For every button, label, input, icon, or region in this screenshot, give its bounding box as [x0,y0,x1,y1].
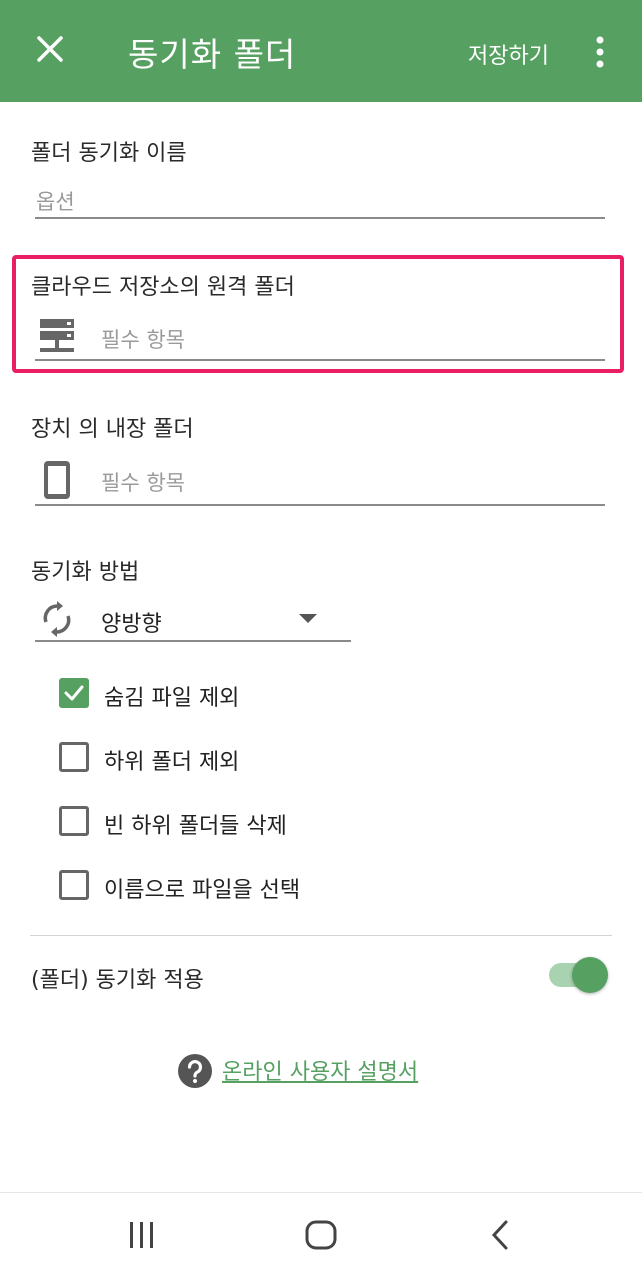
sync-method-select[interactable]: 양방향 [101,606,162,638]
close-icon[interactable] [34,33,66,65]
checkbox-select-by-name[interactable] [59,870,89,900]
more-vert-icon[interactable] [592,36,608,68]
checkbox-delete-empty-subfolders[interactable] [59,806,89,836]
checkbox-exclude-hidden[interactable] [59,678,89,708]
local-folder-input[interactable]: 필수 항목 [101,467,185,497]
app-bar: 동기화 폴더 저장하기 [0,0,642,102]
recent-apps-icon[interactable] [128,1218,156,1252]
remote-folder-input[interactable]: 필수 항목 [101,324,185,354]
remote-folder-underline [35,359,605,361]
checkbox-label[interactable]: 이름으로 파일을 선택 [104,872,300,904]
name-field-input[interactable]: 옵션 [36,186,75,216]
checkbox-label[interactable]: 하위 폴더 제외 [104,744,239,776]
sync-icon [43,601,71,637]
chevron-down-icon[interactable] [299,614,317,623]
local-folder-underline [35,504,605,506]
check-icon [64,685,84,701]
back-icon[interactable] [488,1218,512,1252]
home-icon[interactable] [304,1218,338,1252]
remote-folder-label: 클라우드 저장소의 원격 폴더 [31,275,295,300]
sync-method-label: 동기화 방법 [31,560,140,585]
name-field-label: 폴더 동기화 이름 [31,141,187,166]
sync-method-underline [35,640,351,642]
phone-icon [44,461,70,499]
page-title: 동기화 폴더 [128,35,297,74]
save-button[interactable]: 저장하기 [468,38,549,70]
server-icon [40,319,74,352]
checkbox-label[interactable]: 숨김 파일 제외 [104,680,239,712]
toggle-thumb[interactable] [572,957,608,993]
online-manual-link[interactable]: 온라인 사용자 설명서 [222,1054,418,1086]
help-icon[interactable] [178,1054,212,1088]
name-field-underline [35,217,605,219]
checkbox-exclude-subfolders[interactable] [59,742,89,772]
checkbox-label[interactable]: 빈 하위 폴더들 삭제 [104,808,287,840]
divider [30,935,612,936]
apply-sync-label: (폴더) 동기화 적용 [31,968,204,993]
local-folder-label: 장치 의 내장 폴더 [31,417,194,442]
